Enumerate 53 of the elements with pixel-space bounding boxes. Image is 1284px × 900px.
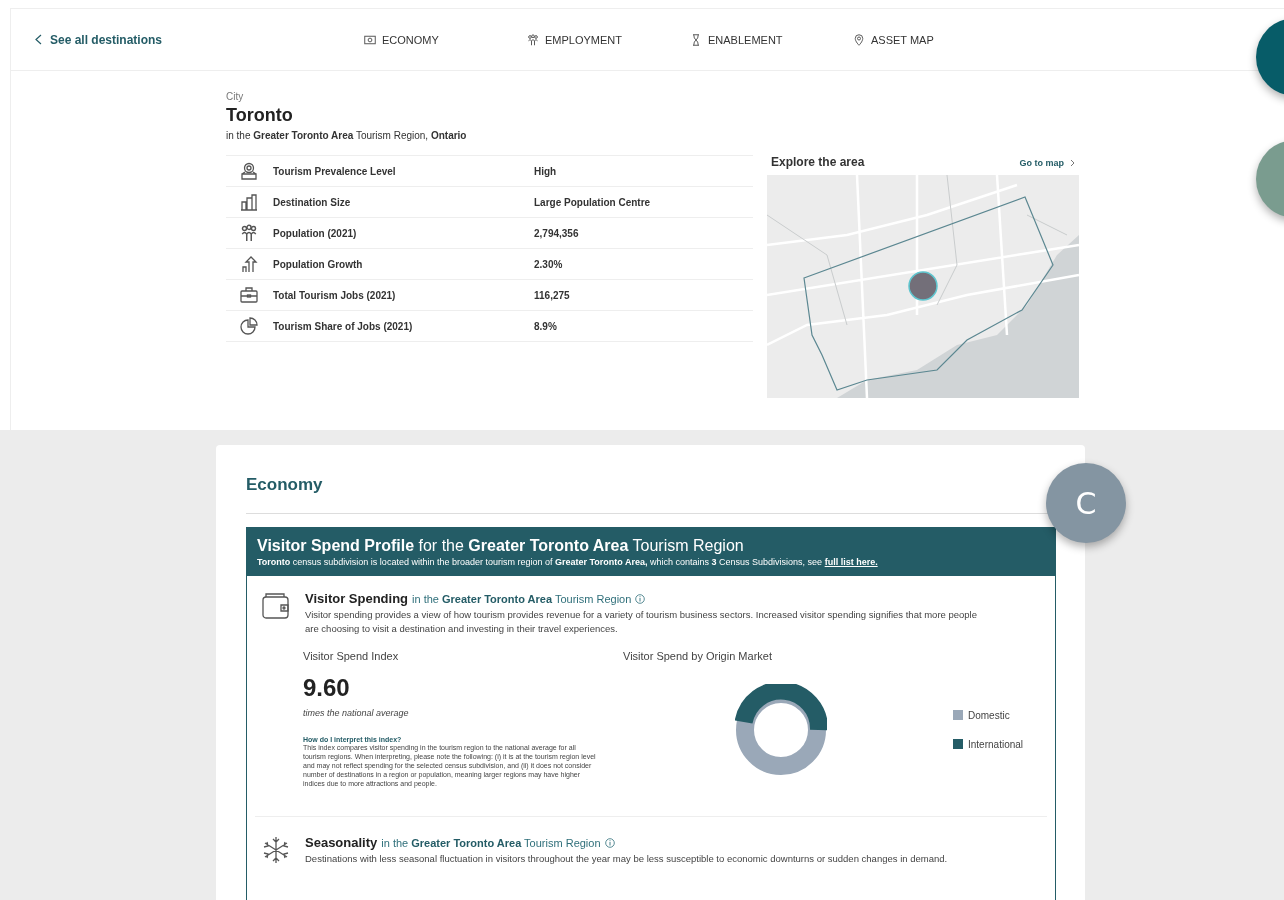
legend-label: Domestic xyxy=(968,709,1010,721)
snowflake-icon xyxy=(261,835,291,865)
fact-label: Population (2021) xyxy=(273,227,358,239)
fact-value: 8.9% xyxy=(534,320,557,332)
pie-chart-icon xyxy=(240,317,258,335)
fact-value: 116,275 xyxy=(534,289,570,301)
subsection-description: Destinations with less seasonal fluctuation in visitors throughout the year may be less susceptible to economic downturns or sudden changes in demand. xyxy=(305,852,949,866)
subsection-title: Visitor Spending xyxy=(305,591,409,606)
full-list-link[interactable]: full list here. xyxy=(824,557,878,567)
nav-tab[interactable]: EMPLOYMENT xyxy=(527,33,622,46)
people-icon xyxy=(240,224,258,242)
chevron-left-icon xyxy=(35,34,42,45)
go-to-map-link[interactable]: Go to map xyxy=(1019,158,1075,168)
buildings-icon xyxy=(240,193,258,211)
briefcase-icon xyxy=(240,286,258,304)
banknote-icon xyxy=(364,33,376,46)
people-icon xyxy=(527,33,539,46)
index-value: 9.60 xyxy=(303,673,351,702)
profile-title: Visitor Spend Profile for the Greater Toronto Area Tourism Region xyxy=(257,537,745,555)
wallet-icon xyxy=(261,591,291,621)
map-pin-icon xyxy=(853,33,865,46)
back-link[interactable]: See all destinations xyxy=(35,32,364,47)
chevron-right-icon xyxy=(1070,159,1075,167)
fact-value: 2.30% xyxy=(534,258,563,270)
index-caption: times the national average xyxy=(303,707,410,718)
growth-arrow-icon xyxy=(240,255,258,273)
fact-label: Total Tourism Jobs (2021) xyxy=(273,289,397,301)
subsection-context: in the Greater Toronto Area Tourism Region xyxy=(412,592,632,605)
info-icon[interactable] xyxy=(635,593,646,604)
nav-tab[interactable]: ECONOMY xyxy=(364,33,439,46)
fact-value: High xyxy=(534,165,557,177)
info-icon[interactable] xyxy=(604,837,615,848)
map-heading: Explore the area xyxy=(771,155,865,169)
subsection-title: Seasonality xyxy=(305,835,378,850)
profile-subtitle: Toronto census subdivision is located within the broader tourism region of Greater Toronto Area, which contains 3 Census Subdivisions, see xyxy=(257,557,823,567)
hourglass-icon xyxy=(690,33,702,46)
nav-tab[interactable]: ASSET MAP xyxy=(853,33,934,46)
subsection-description: Visitor spending provides a view of how tourism provides revenue for a variety of tourism business sectors. Increased visitor spending signifies that more people are choosing to visit a destination and investing in their travel experiences. xyxy=(305,608,979,636)
place-type-label: City xyxy=(226,91,245,102)
metric-title: Visitor Spend by Origin Market xyxy=(623,649,773,662)
fact-label: Tourism Share of Jobs (2021) xyxy=(273,320,414,332)
fact-value: 2,794,356 xyxy=(534,227,579,239)
medal-icon xyxy=(240,162,258,180)
subsection-context: in the Greater Toronto Area Tourism Region xyxy=(381,836,601,849)
place-name: Toronto xyxy=(226,105,294,126)
fact-label: Tourism Prevalence Level xyxy=(273,165,397,177)
fact-label: Population Growth xyxy=(273,258,364,270)
nav-tab[interactable]: ENABLEMENT xyxy=(690,33,783,46)
region-text: in the Greater Toronto Area Tourism Region, Ontario xyxy=(226,130,468,141)
metric-title: Visitor Spend Index xyxy=(303,649,400,662)
fact-value: Large Population Centre xyxy=(534,196,651,208)
legend-label: International xyxy=(968,738,1024,750)
fact-label: Destination Size xyxy=(273,196,352,208)
